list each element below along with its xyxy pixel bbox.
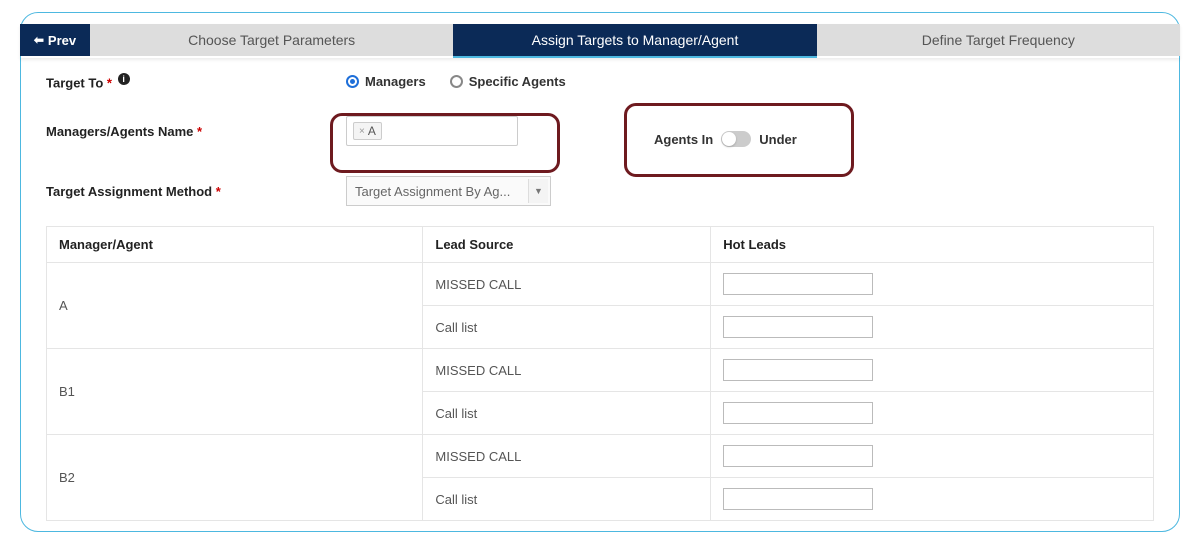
header-source: Lead Source <box>423 227 711 263</box>
cell-source: Call list <box>423 392 711 435</box>
cell-value <box>711 478 1154 521</box>
radio-label: Specific Agents <box>469 74 566 89</box>
assignment-table: Manager/Agent Lead Source Hot Leads A MI… <box>46 226 1154 521</box>
prev-button-label: Prev <box>48 33 76 48</box>
cell-source: MISSED CALL <box>423 263 711 306</box>
cell-agent: A <box>47 263 423 349</box>
row-target-to: Target To * i Managers Specific Agents <box>46 73 1154 90</box>
hot-leads-input[interactable] <box>723 445 873 467</box>
label-text: Target Assignment Method <box>46 184 212 199</box>
cell-source: Call list <box>423 478 711 521</box>
wizard-tabs: ⬅ Prev Choose Target Parameters Assign T… <box>20 24 1180 58</box>
tab-define-frequency[interactable]: Define Target Frequency <box>817 24 1180 56</box>
table-row: A MISSED CALL <box>47 263 1154 306</box>
selected-chip: × A <box>353 122 382 140</box>
remove-chip-icon[interactable]: × <box>359 126 365 137</box>
header-value: Hot Leads <box>711 227 1154 263</box>
cell-source: Call list <box>423 306 711 349</box>
arrow-left-icon: ⬅ <box>34 33 44 47</box>
prev-button[interactable]: ⬅ Prev <box>20 24 90 56</box>
cell-value <box>711 306 1154 349</box>
tab-assign-targets[interactable]: Assign Targets to Manager/Agent <box>453 24 816 58</box>
agents-scope-toggle-wrap: Agents In Under <box>654 131 797 147</box>
chip-text: A <box>368 124 376 138</box>
toggle-knob <box>722 132 736 146</box>
toggle-label-right: Under <box>759 132 797 147</box>
radio-specific-agents[interactable]: Specific Agents <box>450 74 566 89</box>
assignment-method-select[interactable]: Target Assignment By Ag... ▼ <box>346 176 551 206</box>
row-managers-name: Managers/Agents Name * × A <box>46 116 1154 146</box>
required-mark: * <box>197 124 202 139</box>
cell-value <box>711 349 1154 392</box>
toggle-label-left: Agents In <box>654 132 713 147</box>
tab-choose-parameters[interactable]: Choose Target Parameters <box>90 24 453 56</box>
required-mark: * <box>216 184 221 199</box>
cell-source: MISSED CALL <box>423 435 711 478</box>
hot-leads-input[interactable] <box>723 316 873 338</box>
chevron-down-icon: ▼ <box>528 179 548 203</box>
row-assignment-method: Target Assignment Method * Target Assign… <box>46 176 1154 206</box>
label-text: Managers/Agents Name <box>46 124 193 139</box>
main-panel: Target To * i Managers Specific Agents M… <box>20 12 1180 532</box>
label-text: Target To <box>46 75 103 90</box>
cell-value <box>711 392 1154 435</box>
hot-leads-input[interactable] <box>723 488 873 510</box>
label-assignment-method: Target Assignment Method * <box>46 184 346 199</box>
cell-source: MISSED CALL <box>423 349 711 392</box>
header-agent: Manager/Agent <box>47 227 423 263</box>
radio-indicator-unchecked <box>450 75 463 88</box>
managers-name-input[interactable]: × A <box>346 116 518 146</box>
select-value: Target Assignment By Ag... <box>355 184 510 199</box>
cell-value <box>711 435 1154 478</box>
cell-value <box>711 263 1154 306</box>
tab-label: Assign Targets to Manager/Agent <box>532 32 739 48</box>
tab-label: Define Target Frequency <box>922 32 1075 48</box>
cell-agent: B2 <box>47 435 423 521</box>
label-target-to: Target To * i <box>46 73 346 90</box>
required-mark: * <box>107 75 112 90</box>
hot-leads-input[interactable] <box>723 359 873 381</box>
table-row: B1 MISSED CALL <box>47 349 1154 392</box>
radio-group-target-to: Managers Specific Agents <box>346 74 566 89</box>
info-icon[interactable]: i <box>118 73 130 85</box>
radio-managers[interactable]: Managers <box>346 74 426 89</box>
hot-leads-input[interactable] <box>723 273 873 295</box>
tab-label: Choose Target Parameters <box>188 32 355 48</box>
table-row: B2 MISSED CALL <box>47 435 1154 478</box>
radio-label: Managers <box>365 74 426 89</box>
radio-indicator-checked <box>346 75 359 88</box>
agents-scope-toggle[interactable] <box>721 131 751 147</box>
cell-agent: B1 <box>47 349 423 435</box>
form-content: Target To * i Managers Specific Agents M… <box>46 73 1154 531</box>
hot-leads-input[interactable] <box>723 402 873 424</box>
label-managers-name: Managers/Agents Name * <box>46 124 346 139</box>
